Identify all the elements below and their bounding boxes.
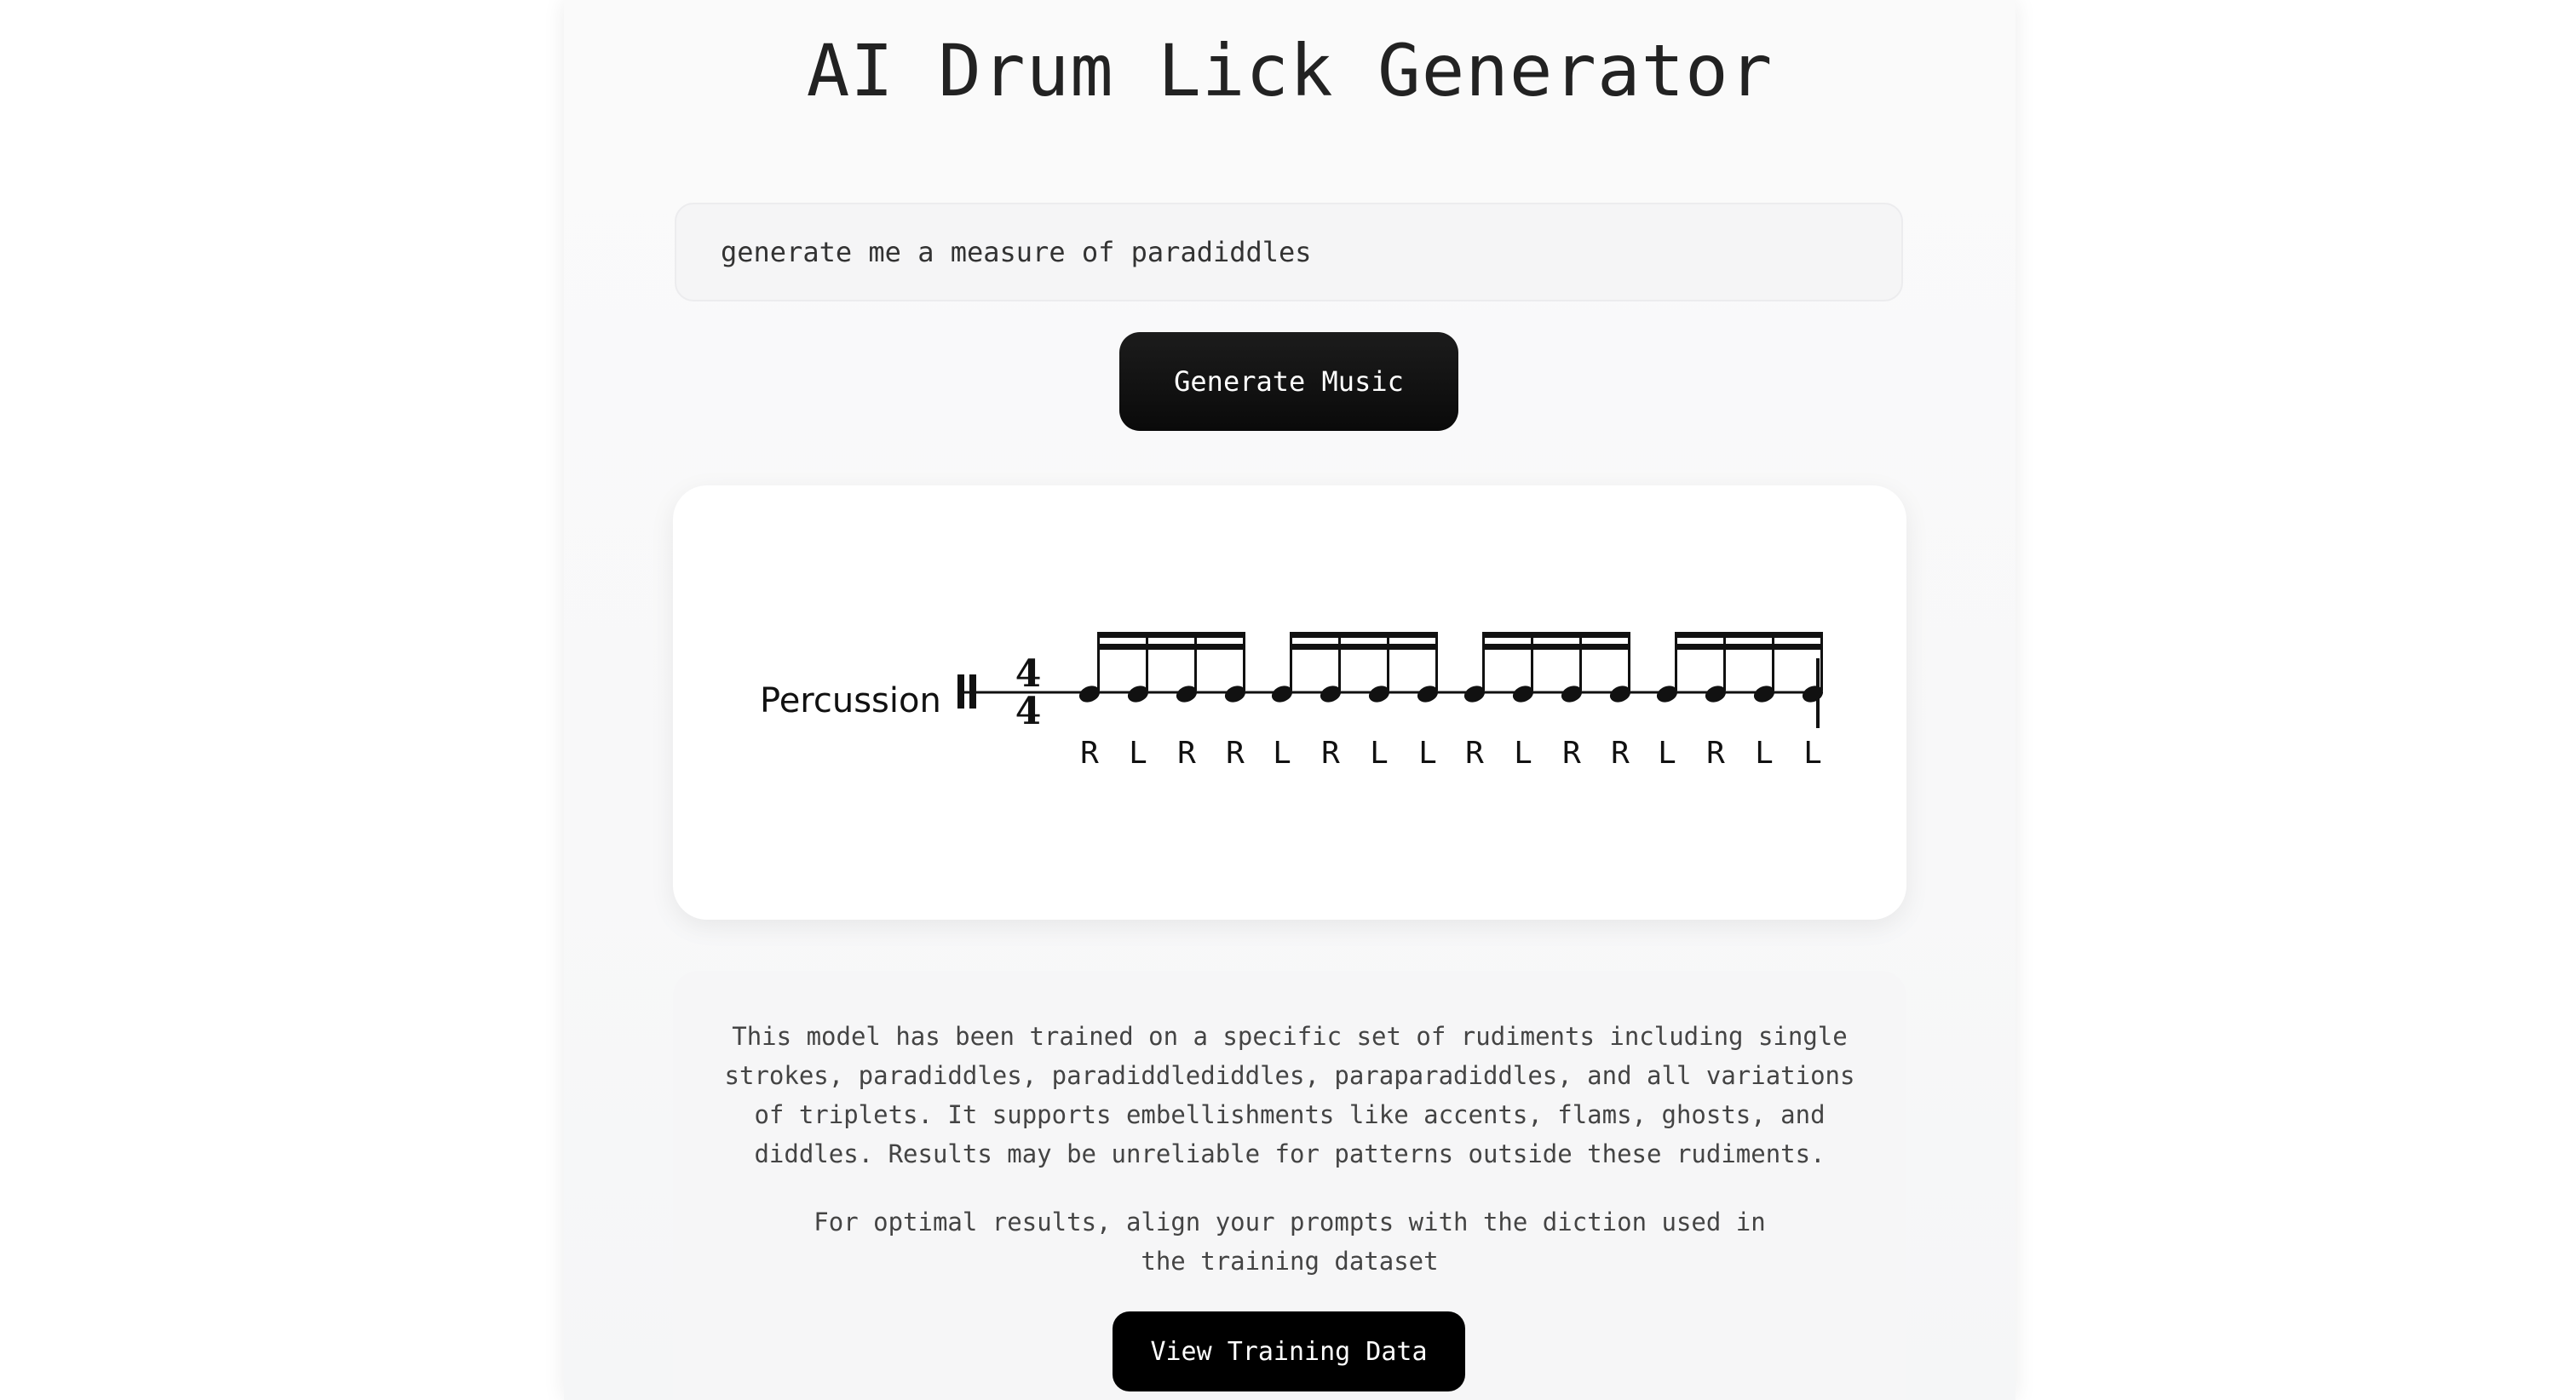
beam-secondary bbox=[1482, 644, 1630, 650]
sticking-label: L bbox=[1514, 736, 1532, 771]
percussion-clef-left-bar bbox=[957, 674, 964, 709]
sheet-music: Percussion 4 4 RLRRLRLLRLRRLRLL bbox=[760, 632, 1824, 771]
sticking-label: R bbox=[1706, 736, 1725, 771]
beam-secondary bbox=[1290, 644, 1438, 650]
beam-secondary bbox=[1097, 644, 1245, 650]
time-signature-denominator: 4 bbox=[1015, 690, 1042, 733]
sticking-label: L bbox=[1803, 736, 1822, 771]
prompt-input[interactable] bbox=[719, 235, 1859, 269]
sticking-label: R bbox=[1080, 736, 1099, 771]
page-title: AI Drum Lick Generator bbox=[806, 29, 1774, 112]
beam-primary bbox=[1482, 632, 1630, 638]
prompt-field-container[interactable] bbox=[675, 203, 1903, 301]
beam-primary bbox=[1290, 632, 1438, 638]
sticking-label: L bbox=[1658, 736, 1676, 771]
info-paragraph: This model has been trained on a specifi… bbox=[724, 1022, 1855, 1168]
beam-primary bbox=[1097, 632, 1245, 638]
main-panel: AI Drum Lick Generator Generate Music Pe… bbox=[564, 0, 2015, 1400]
sticking-label: L bbox=[1755, 736, 1774, 771]
sticking-label: R bbox=[1465, 736, 1484, 771]
sheet-music-card: Percussion 4 4 RLRRLRLLRLRRLRLL bbox=[673, 485, 1906, 920]
sticking-label: L bbox=[1370, 736, 1389, 771]
notes-layer: RLRRLRLLRLRRLRLL bbox=[1078, 632, 1824, 771]
view-training-data-button[interactable]: View Training Data bbox=[1113, 1311, 1465, 1391]
info-section: This model has been trained on a specifi… bbox=[673, 971, 1906, 1400]
sticking-label: R bbox=[1226, 736, 1245, 771]
sticking-label: L bbox=[1418, 736, 1437, 771]
sticking-label: L bbox=[1273, 736, 1291, 771]
sticking-label: R bbox=[1611, 736, 1630, 771]
beam-secondary bbox=[1675, 644, 1823, 650]
sticking-label: R bbox=[1562, 736, 1581, 771]
info-tip: For optimal results, align your prompts … bbox=[814, 1208, 1766, 1276]
sticking-label: R bbox=[1177, 736, 1196, 771]
beam-primary bbox=[1675, 632, 1823, 638]
sticking-label: L bbox=[1129, 736, 1147, 771]
sticking-label: R bbox=[1321, 736, 1340, 771]
instrument-label: Percussion bbox=[760, 681, 941, 720]
generate-music-button[interactable]: Generate Music bbox=[1119, 332, 1458, 431]
